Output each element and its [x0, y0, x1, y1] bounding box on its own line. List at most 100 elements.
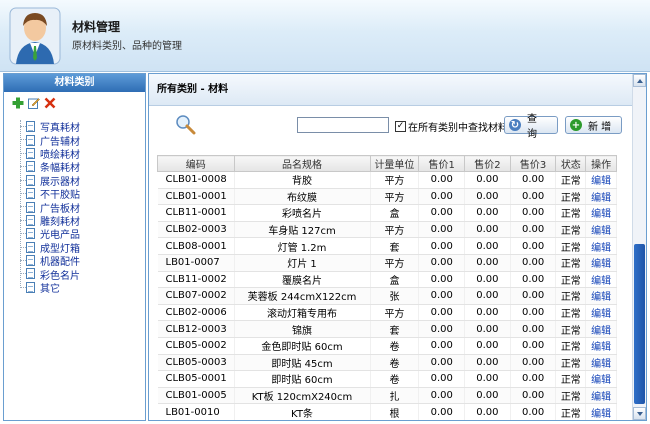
unit: 盒 — [370, 204, 420, 222]
material-name: 锦旗 — [234, 320, 371, 338]
edit-link[interactable]: 编辑 — [585, 204, 617, 222]
column-header: 编码 — [157, 155, 235, 172]
edit-link[interactable]: 编辑 — [585, 221, 617, 239]
search-all-label[interactable]: 在所有类别中查找材料 — [408, 119, 508, 134]
price-3: 0.00 — [510, 287, 557, 305]
table-row: CLB01-0005 KT板 120cmX240cm 扎 0.00 0.00 0.00 正常… — [157, 387, 617, 405]
status: 正常 — [555, 254, 587, 272]
add-button[interactable]: + 新 增 — [565, 116, 622, 134]
unit: 平方 — [370, 171, 420, 189]
unit: 套 — [370, 320, 420, 338]
edit-link[interactable]: 编辑 — [585, 287, 617, 305]
edit-link[interactable]: 编辑 — [585, 387, 617, 405]
price-3: 0.00 — [510, 237, 557, 255]
add-icon[interactable] — [12, 97, 24, 109]
price-2: 0.00 — [464, 254, 511, 272]
table-header: 编码 品名规格 计量单位 售价1 售价2 售价3 状态 操作 — [157, 155, 617, 172]
price-3: 0.00 — [510, 387, 557, 405]
query-button[interactable]: ↻ 查 询 — [504, 114, 558, 140]
edit-link[interactable]: 编辑 — [585, 254, 617, 272]
category-item[interactable]: 写真耗材 — [20, 120, 145, 134]
material-name: 灯管 1.2m — [234, 237, 371, 255]
price-3: 0.00 — [510, 337, 557, 355]
table-row: CLB11-0002 覆膜名片盒 0.00 0.00 0.00 正常 编辑 — [157, 271, 617, 289]
search-all-checkbox[interactable]: ✓ — [395, 121, 406, 132]
vertical-scrollbar[interactable] — [632, 74, 646, 420]
price-2: 0.00 — [464, 387, 511, 405]
category-item[interactable]: 成型灯箱 — [20, 241, 145, 255]
price-2: 0.00 — [464, 370, 511, 388]
status: 正常 — [555, 271, 587, 289]
edit-link[interactable]: 编辑 — [585, 354, 617, 372]
edit-link[interactable]: 编辑 — [585, 320, 617, 338]
material-code: CLB11-0002 — [157, 271, 235, 289]
category-toolbar — [4, 92, 145, 112]
query-icon: ↻ — [509, 119, 521, 131]
category-item[interactable]: 条幅耗材 — [20, 160, 145, 174]
price-1: 0.00 — [418, 337, 466, 355]
unit: 平方 — [370, 304, 420, 322]
category-item[interactable]: 喷绘耗材 — [20, 147, 145, 161]
document-icon — [26, 201, 35, 213]
status: 正常 — [555, 304, 587, 322]
column-header: 售价2 — [464, 155, 511, 172]
status: 正常 — [555, 387, 587, 405]
unit: 平方 — [370, 254, 420, 272]
document-icon — [26, 268, 35, 280]
price-1: 0.00 — [418, 254, 466, 272]
table-row: CLB05-0001 即时贴 60cm 卷 0.00 0.00 0.00 正常 编辑 — [157, 370, 617, 388]
category-label[interactable]: 其它 — [40, 280, 60, 295]
edit-link[interactable]: 编辑 — [585, 271, 617, 289]
page-title: 材料管理 — [72, 20, 121, 34]
material-code: CLB02-0006 — [157, 304, 235, 322]
price-1: 0.00 — [418, 171, 466, 189]
search-all-checkbox-wrap[interactable]: ✓ 在所有类别中查找材料 — [395, 119, 508, 134]
material-code: CLB08-0001 — [157, 237, 235, 255]
user-avatar-icon — [9, 7, 61, 65]
edit-icon[interactable] — [28, 97, 40, 109]
edit-link[interactable]: 编辑 — [585, 304, 617, 322]
category-item[interactable]: 光电产品 — [20, 227, 145, 241]
category-item[interactable]: 彩色名片 — [20, 267, 145, 282]
edit-link[interactable]: 编辑 — [585, 337, 617, 355]
status: 正常 — [555, 221, 587, 239]
delete-icon[interactable] — [44, 97, 56, 109]
material-code: LB01-0010 — [157, 403, 235, 420]
price-2: 0.00 — [464, 171, 511, 189]
price-1: 0.00 — [418, 287, 466, 305]
scroll-down-arrow-icon[interactable] — [633, 407, 646, 420]
page-subtitle: 原材料类别、品种的管理 — [72, 41, 182, 52]
unit: 平方 — [370, 188, 420, 206]
edit-link[interactable]: 编辑 — [585, 237, 617, 255]
price-1: 0.00 — [418, 271, 466, 289]
edit-link[interactable]: 编辑 — [585, 370, 617, 388]
edit-link[interactable]: 编辑 — [585, 188, 617, 206]
unit: 卷 — [370, 337, 420, 355]
document-icon — [26, 255, 35, 267]
category-item[interactable]: 展示器材 — [20, 174, 145, 188]
material-name: 金色即时贴 60cm — [234, 337, 371, 355]
price-2: 0.00 — [464, 320, 511, 338]
column-header: 售价1 — [418, 155, 466, 172]
price-1: 0.00 — [418, 320, 466, 338]
category-item[interactable]: 广告辅材 — [20, 133, 145, 148]
price-2: 0.00 — [464, 237, 511, 255]
table-row: CLB12-0003 锦旗套 0.00 0.00 0.00 正常 编辑 — [157, 320, 617, 338]
scroll-thumb[interactable] — [634, 244, 645, 404]
edit-link[interactable]: 编辑 — [585, 171, 617, 189]
table-row: CLB02-0006 滚动灯箱专用布 平方 0.00 0.00 0.00 正常 编辑 — [157, 304, 617, 322]
scroll-up-arrow-icon[interactable] — [633, 74, 646, 87]
search-input[interactable] — [297, 117, 389, 133]
document-icon — [26, 228, 35, 240]
material-code: LB01-0007 — [157, 254, 235, 272]
category-item[interactable]: 其它 — [20, 280, 145, 295]
column-header: 计量单位 — [369, 155, 420, 172]
category-item[interactable]: 雕刻耗材 — [20, 214, 145, 228]
category-item[interactable]: 广告板材 — [20, 200, 145, 215]
category-item[interactable]: 机器配件 — [20, 254, 145, 268]
edit-link[interactable]: 编辑 — [585, 403, 617, 420]
add-button-label: 新 增 — [588, 121, 612, 133]
price-3: 0.00 — [510, 304, 557, 322]
page-header: 材料管理 原材料类别、品种的管理 — [0, 0, 650, 72]
category-item[interactable]: 不干胶贴 — [20, 187, 145, 201]
